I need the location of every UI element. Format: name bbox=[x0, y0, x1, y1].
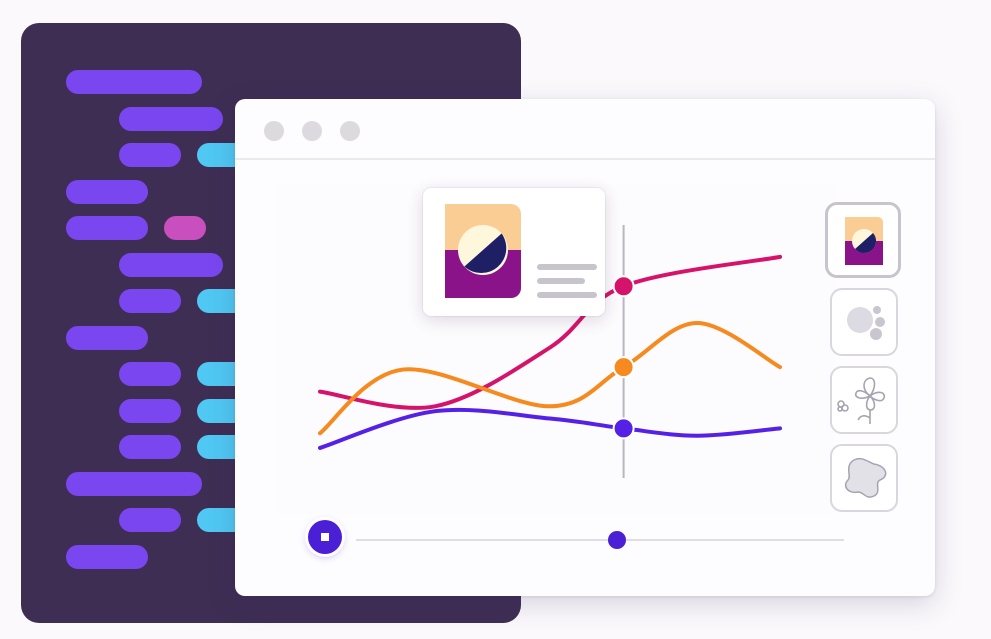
hover-point-3[interactable] bbox=[612, 417, 635, 440]
tooltip-text-line bbox=[537, 292, 597, 298]
flower-sketch-icon bbox=[837, 377, 886, 424]
thumbnail-sunset[interactable] bbox=[825, 202, 901, 278]
timeline-handle[interactable] bbox=[608, 531, 626, 549]
hover-point-2[interactable] bbox=[612, 356, 635, 379]
tooltip-card bbox=[423, 188, 605, 316]
stop-icon bbox=[321, 533, 329, 541]
hover-point-1[interactable] bbox=[612, 275, 635, 298]
bubbles-icon bbox=[847, 306, 885, 340]
thumbnail-bubbles[interactable] bbox=[830, 288, 898, 356]
tooltip-content bbox=[445, 204, 597, 298]
tooltip-text-line bbox=[537, 278, 585, 284]
blob-shape-icon bbox=[844, 457, 887, 498]
thumbnail-blob[interactable] bbox=[830, 444, 898, 512]
series-line-3 bbox=[318, 407, 782, 450]
tooltip-text-line bbox=[537, 264, 597, 270]
timeline-track[interactable] bbox=[356, 539, 844, 541]
sunset-image-icon bbox=[845, 217, 883, 265]
play-stop-button[interactable] bbox=[308, 520, 342, 554]
sunset-image-icon bbox=[445, 204, 521, 298]
thumbnail-flower[interactable] bbox=[830, 366, 898, 434]
